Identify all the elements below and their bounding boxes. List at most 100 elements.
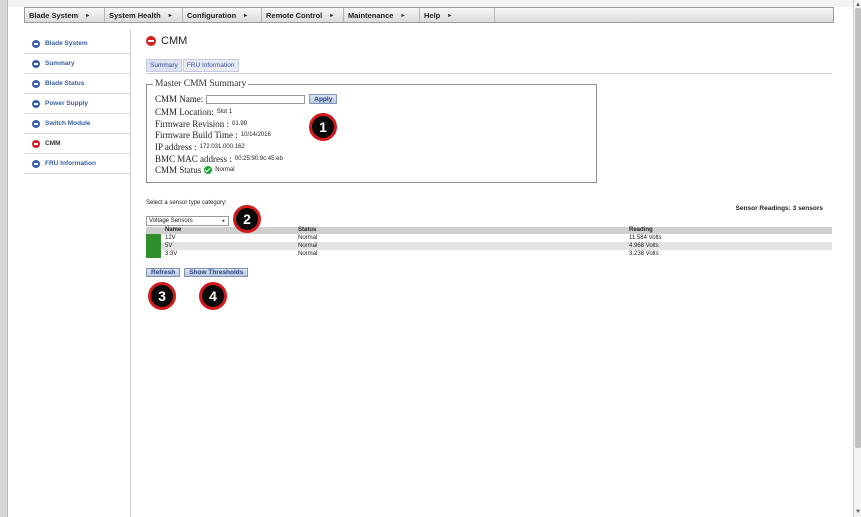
status-ok-icon: [204, 166, 213, 174]
tab-summary[interactable]: Summary: [146, 59, 182, 72]
sensor-status: Normal: [298, 235, 318, 241]
sensor-category-value: Voltage Sensors: [149, 218, 193, 224]
scroll-down-arrow-icon[interactable]: ▼: [855, 509, 861, 515]
vertical-scrollbar[interactable]: ▲ ▼: [853, 0, 861, 517]
page-title-text: CMM: [161, 35, 188, 47]
sensor-status-indicator: [146, 242, 161, 250]
apply-button[interactable]: Apply: [309, 94, 338, 104]
summary-icon: [32, 59, 40, 68]
menu-help[interactable]: Help ▸: [420, 8, 495, 22]
sensor-reading: 4.968 Volts: [629, 243, 659, 249]
blade-status-icon: [32, 79, 40, 88]
ip-address-value: 172.031.000.162: [199, 144, 245, 150]
sidebar: Blade System Summary Blade Status Power …: [24, 34, 130, 174]
table-row: 3.3V Normal 3.238 Volts: [146, 250, 832, 258]
sensor-actions: Refresh Show Thresholds: [146, 268, 252, 277]
sidebar-item-fru-information[interactable]: FRU Information: [24, 154, 130, 174]
callout-2: 2: [233, 205, 261, 233]
cmm-name-input[interactable]: [206, 94, 306, 104]
sensor-status-indicator: [146, 234, 161, 242]
menu-maintenance[interactable]: Maintenance ▸: [344, 8, 420, 22]
tab-bar: Summary FRU Information: [146, 59, 240, 72]
sensor-reading: 3.238 Volts: [629, 251, 659, 257]
menu-arrow-icon: ▸: [448, 12, 452, 19]
header-spacer: [146, 227, 161, 234]
cmm-location-label: CMM Location:: [155, 107, 214, 117]
power-supply-icon: [32, 99, 40, 108]
sidebar-item-blade-status[interactable]: Blade Status: [24, 74, 130, 94]
bmc-mac-row: BMC MAC address : 00:25:90:9c:45:eb: [155, 154, 283, 164]
sidebar-item-label: CMM: [45, 140, 61, 147]
tab-fru-information[interactable]: FRU Information: [182, 59, 239, 72]
cmm-name-row: CMM Name: Apply: [155, 94, 338, 104]
sensor-status-indicator: [146, 250, 161, 258]
menubar: Blade System ▸ System Health ▸ Configura…: [24, 7, 834, 23]
sensor-name: 12V: [165, 235, 176, 241]
menu-arrow-icon: ▸: [86, 12, 90, 19]
sidebar-item-label: FRU Information: [45, 160, 96, 167]
menu-label: Remote Control: [266, 10, 323, 20]
sensor-status: Normal: [298, 243, 318, 249]
sidebar-item-label: Power Supply: [45, 100, 88, 107]
menu-label: Blade System: [29, 10, 79, 20]
menu-arrow-icon: ▸: [401, 12, 405, 19]
menu-label: Configuration: [187, 10, 237, 20]
menu-label: System Health: [109, 10, 161, 20]
firmware-build-time-row: Firmware Build Time : 10/14/2016: [155, 130, 271, 140]
sensor-readings-count: Sensor Readings: 3 sensors: [735, 205, 823, 212]
sidebar-item-summary[interactable]: Summary: [24, 54, 130, 74]
sidebar-divider: [130, 30, 131, 517]
callout-1: 1: [309, 113, 337, 141]
menu-arrow-icon: ▸: [244, 12, 248, 19]
sensor-reading: 11.584 Volts: [629, 235, 662, 241]
sidebar-item-label: Blade Status: [45, 80, 85, 87]
firmware-build-time-value: 10/14/2016: [240, 132, 271, 138]
master-cmm-summary: Master CMM Summary CMM Name: Apply CMM L…: [146, 79, 597, 183]
fru-information-icon: [32, 159, 40, 168]
menu-remote-control[interactable]: Remote Control ▸: [262, 8, 344, 22]
sidebar-item-switch-module[interactable]: Switch Module: [24, 114, 130, 134]
sensor-name: 5V: [165, 243, 173, 249]
cmm-status-row: CMM Status Normal: [155, 165, 235, 175]
scroll-thumb[interactable]: [855, 8, 861, 448]
menu-system-health[interactable]: System Health ▸: [105, 8, 183, 22]
callout-3: 3: [148, 282, 176, 310]
summary-legend: Master CMM Summary: [153, 79, 249, 89]
sidebar-item-label: Switch Module: [45, 120, 91, 127]
menu-configuration[interactable]: Configuration ▸: [183, 8, 262, 22]
sensor-name: 3.3V: [165, 251, 178, 257]
top-strip: [8, 0, 853, 7]
menu-label: Help: [424, 10, 441, 20]
sidebar-item-label: Blade System: [45, 40, 88, 47]
cmm-icon: [146, 36, 156, 46]
firmware-revision-label: Firmware Revision :: [155, 119, 229, 129]
show-thresholds-button[interactable]: Show Thresholds: [184, 268, 249, 277]
sidebar-item-power-supply[interactable]: Power Supply: [24, 94, 130, 114]
sensor-category-prompt: Select a sensor type category:: [146, 200, 227, 206]
refresh-button[interactable]: Refresh: [146, 268, 181, 277]
ip-address-label: IP address :: [155, 142, 197, 152]
sensor-category-select[interactable]: Voltage Sensors ▸: [146, 216, 229, 226]
cmm-status-label: CMM Status: [155, 165, 202, 175]
bmc-mac-label: BMC MAC address :: [155, 154, 232, 164]
column-header-status: Status: [298, 227, 317, 233]
menu-blade-system[interactable]: Blade System ▸: [25, 8, 105, 22]
firmware-revision-row: Firmware Revision : 01.99: [155, 119, 247, 129]
page-title: CMM: [146, 35, 187, 47]
ip-address-row: IP address : 172.031.000.162: [155, 142, 245, 152]
switch-module-icon: [32, 119, 40, 128]
sidebar-item-cmm[interactable]: CMM: [24, 134, 130, 154]
firmware-build-time-label: Firmware Build Time :: [155, 130, 238, 140]
sidebar-item-blade-system[interactable]: Blade System: [24, 34, 130, 54]
table-row: 12V Normal 11.584 Volts: [146, 234, 832, 242]
firmware-revision-value: 01.99: [232, 121, 248, 127]
sidebar-item-label: Summary: [45, 60, 75, 67]
sensor-status: Normal: [298, 251, 318, 257]
column-header-reading: Reading: [629, 227, 653, 233]
cmm-status-value: Normal: [215, 167, 235, 173]
blade-system-icon: [32, 39, 40, 48]
cmm-location-row: CMM Location: Slot 1: [155, 107, 232, 117]
divider: [146, 73, 832, 74]
column-header-name: Name: [165, 227, 182, 233]
menu-arrow-icon: ▸: [330, 12, 334, 19]
